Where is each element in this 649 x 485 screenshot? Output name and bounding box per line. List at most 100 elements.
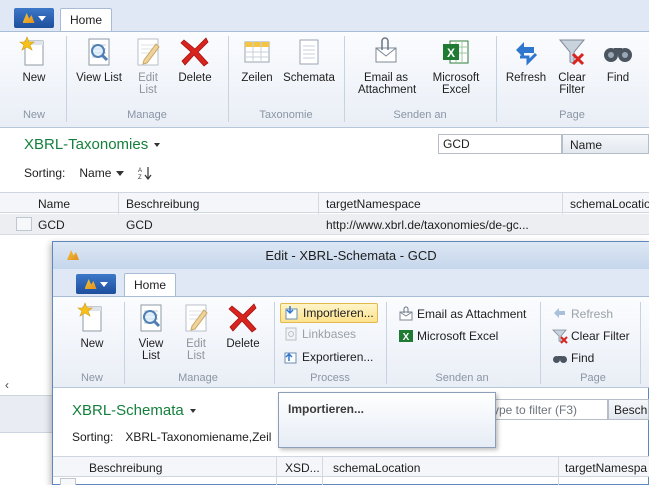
view-list-label: View List bbox=[76, 72, 122, 84]
edit-delete-label: Delete bbox=[226, 338, 260, 350]
edit-page-title[interactable]: XBRL-Schemata bbox=[72, 402, 196, 419]
chevron-down-icon bbox=[189, 408, 196, 413]
main-status-strip bbox=[0, 395, 60, 433]
main-grid-body bbox=[0, 236, 60, 485]
edit-email-attachment-label: Email as Attachment bbox=[417, 307, 527, 321]
edit-view-list-label: View List bbox=[138, 338, 164, 362]
excel-icon: X bbox=[443, 40, 469, 64]
import-icon bbox=[285, 306, 298, 320]
edit-row-selector[interactable] bbox=[60, 478, 76, 485]
export-icon bbox=[284, 352, 297, 364]
clear-filter-icon bbox=[552, 329, 568, 344]
group-divider bbox=[540, 302, 541, 384]
find-label: Find bbox=[606, 72, 630, 84]
delete-label: Delete bbox=[178, 72, 212, 84]
linkbases-label: Linkbases bbox=[302, 327, 357, 341]
rows-table-icon bbox=[244, 41, 270, 63]
find-button[interactable]: Find bbox=[598, 36, 638, 84]
svg-text:Z: Z bbox=[138, 175, 142, 180]
cell-name: GCD bbox=[38, 218, 65, 232]
exportieren-button[interactable]: Exportieren... bbox=[283, 349, 373, 365]
email-attachment-button[interactable]: Email as Attachment bbox=[352, 36, 420, 96]
svg-text:X: X bbox=[403, 332, 410, 343]
filter-input[interactable]: GCD bbox=[438, 134, 562, 154]
delete-x-icon bbox=[228, 303, 257, 333]
edit-list-label: Edit List bbox=[138, 72, 158, 96]
edit-column-header-targetnamespace[interactable]: targetNamespa bbox=[565, 461, 647, 475]
edit-new-button[interactable]: New bbox=[72, 302, 112, 350]
group-divider bbox=[66, 36, 67, 122]
main-grid-header: Name Beschreibung targetNamespace schema… bbox=[0, 192, 649, 213]
schemata-button[interactable]: Schemata bbox=[282, 36, 336, 84]
edit-find-button[interactable]: Find bbox=[552, 350, 594, 366]
column-header-schemalocation[interactable]: schemaLocation bbox=[570, 197, 649, 211]
schemata-document-icon bbox=[299, 39, 319, 65]
table-row[interactable]: GCD GCD http://www.xbrl.de/taxonomies/de… bbox=[0, 214, 649, 235]
microsoft-excel-button[interactable]: X Microsoft Excel bbox=[424, 36, 488, 96]
delete-button[interactable]: Delete bbox=[172, 36, 218, 84]
edit-edit-list-label: Edit List bbox=[186, 338, 206, 362]
new-button[interactable]: New bbox=[14, 36, 54, 84]
dynamics-logo-icon bbox=[84, 279, 97, 289]
edit-column-header-beschreibung[interactable]: Beschreibung bbox=[89, 461, 162, 475]
edit-group-label-page: Page bbox=[580, 372, 606, 384]
edit-application-menu-button[interactable] bbox=[76, 274, 116, 294]
group-divider bbox=[124, 302, 125, 384]
scroll-left-arrow[interactable]: ‹ bbox=[0, 377, 14, 393]
group-divider bbox=[228, 36, 229, 122]
refresh-button[interactable]: Refresh bbox=[504, 36, 548, 84]
edit-edit-list-button[interactable]: Edit List bbox=[176, 302, 216, 362]
schemata-label: Schemata bbox=[283, 72, 335, 84]
tab-home[interactable]: Home bbox=[60, 8, 113, 32]
edit-clear-filter-label: Clear Filter bbox=[571, 329, 630, 343]
edit-group-label-new: New bbox=[80, 372, 103, 384]
importieren-button[interactable]: Importieren... bbox=[280, 303, 378, 323]
edit-refresh-button[interactable]: Refresh bbox=[552, 306, 613, 322]
new-label: New bbox=[22, 72, 46, 84]
edit-delete-button[interactable]: Delete bbox=[220, 302, 266, 350]
edit-list-button[interactable]: Edit List bbox=[128, 36, 168, 96]
row-selector[interactable] bbox=[16, 217, 32, 231]
cell-beschreibung: GCD bbox=[126, 218, 153, 232]
edit-window-title: Edit - XBRL-Schemata - GCD bbox=[265, 248, 437, 263]
linkbases-button[interactable]: Linkbases bbox=[283, 326, 356, 342]
edit-sorting-select[interactable]: XBRL-Taxonomiename,Zeil bbox=[125, 430, 271, 444]
clear-filter-button[interactable]: Clear Filter bbox=[552, 36, 592, 96]
view-list-icon bbox=[140, 304, 162, 332]
edit-list-icon bbox=[137, 38, 160, 66]
exportieren-label: Exportieren... bbox=[302, 350, 374, 364]
edit-window-titlebar: Edit - XBRL-Schemata - GCD bbox=[53, 242, 649, 269]
edit-page-title-text: XBRL-Schemata bbox=[72, 402, 184, 419]
edit-email-attachment-button[interactable]: Email as Attachment bbox=[398, 306, 526, 322]
edit-filter-field-select[interactable]: Beschr bbox=[608, 399, 649, 420]
zeilen-button[interactable]: Zeilen bbox=[236, 36, 278, 84]
group-label-manage: Manage bbox=[127, 109, 167, 121]
column-header-beschreibung[interactable]: Beschreibung bbox=[126, 197, 199, 211]
refresh-arrows-icon bbox=[554, 308, 565, 318]
group-divider bbox=[496, 36, 497, 122]
edit-clear-filter-button[interactable]: Clear Filter bbox=[552, 328, 630, 344]
page-title[interactable]: XBRL-Taxonomies bbox=[24, 136, 161, 153]
filter-field-select[interactable]: Name bbox=[562, 134, 649, 154]
edit-view-list-button[interactable]: View List bbox=[130, 302, 172, 362]
edit-column-header-xsd[interactable]: XSD... bbox=[285, 461, 320, 475]
tooltip-text: Importieren... bbox=[288, 402, 365, 416]
svg-text:A: A bbox=[138, 168, 142, 174]
edit-sorting-label: Sorting: bbox=[72, 430, 114, 444]
column-header-name[interactable]: Name bbox=[38, 197, 70, 211]
edit-column-header-schemalocation[interactable]: schemaLocation bbox=[333, 461, 420, 475]
application-menu-button[interactable] bbox=[14, 8, 54, 28]
clear-filter-label: Clear Filter bbox=[558, 72, 586, 96]
edit-tab-home[interactable]: Home bbox=[124, 273, 177, 297]
view-list-button[interactable]: View List bbox=[76, 36, 122, 84]
sorting-select[interactable]: Name bbox=[79, 166, 125, 180]
edit-filter-input[interactable]: ype to filter (F3) bbox=[488, 399, 608, 420]
new-document-icon bbox=[77, 302, 102, 332]
sort-ascending-icon[interactable]: A Z bbox=[138, 166, 152, 180]
column-divider bbox=[322, 457, 323, 485]
edit-list-icon bbox=[185, 304, 208, 332]
column-header-targetnamespace[interactable]: targetNamespace bbox=[326, 197, 421, 211]
edit-new-label: New bbox=[80, 338, 104, 350]
dynamics-logo-icon bbox=[22, 13, 35, 23]
edit-microsoft-excel-button[interactable]: X Microsoft Excel bbox=[398, 328, 498, 344]
